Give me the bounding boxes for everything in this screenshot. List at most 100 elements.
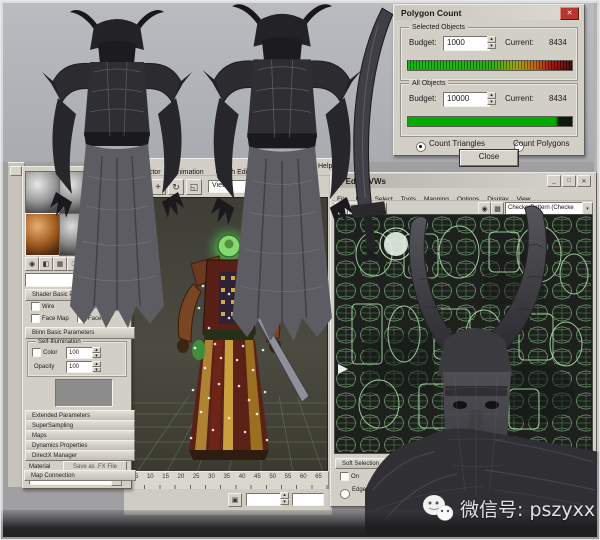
polygon-count-dialog: Polygon Count ✕ Selected Objects Budget:…	[393, 4, 585, 156]
coord-x-spinner[interactable]: ▴▾	[280, 492, 289, 505]
move-icon: +	[339, 205, 343, 212]
uv-menubar: FileEditSelectToolsMappingOptionsDisplay…	[332, 188, 593, 200]
all-budget-field[interactable]: 10000	[443, 92, 490, 107]
window-icon: ▦	[335, 177, 343, 186]
strip-button[interactable]	[10, 166, 22, 176]
menu-reactor[interactable]: reactor	[133, 167, 167, 174]
soft-selection-rollout[interactable]: Soft Selection	[335, 458, 407, 469]
wire-label: Wire	[42, 304, 54, 310]
mat-tool-button[interactable]: □	[67, 257, 81, 271]
mat-tool-button[interactable]: ▦	[53, 257, 67, 271]
uv-titlebar[interactable]: ▦ Edit UVWs _ □ ✕	[332, 174, 593, 188]
timeline-tick-labels: 51015 202530 354045 505560 65	[129, 472, 328, 480]
rotate-tool-button[interactable]: ↻	[168, 179, 184, 195]
menu-help[interactable]: Help	[318, 163, 332, 170]
uv-wireframe-layout	[334, 214, 593, 454]
coord-x-field[interactable]	[246, 493, 282, 506]
all-objects-label: All Objects	[409, 80, 448, 87]
material-sample-slots	[25, 171, 127, 255]
grid-icon: ▥	[113, 260, 120, 268]
all-objects-group: All Objects Budget: 10000 ▴▾ Current: 84…	[400, 83, 578, 137]
edge-dist-radio[interactable]	[340, 489, 350, 499]
material-name-dropdown[interactable]	[25, 273, 87, 287]
soft-selection-on-checkbox[interactable]	[340, 472, 349, 481]
material-slot[interactable]	[93, 171, 128, 214]
directx-manager-rollout[interactable]: DirectX Manager	[25, 450, 135, 461]
material-slot[interactable]	[25, 171, 60, 214]
material-slot[interactable]	[93, 213, 128, 256]
selected-budget-spinner[interactable]: ▴▾	[487, 36, 496, 49]
two-sided-checkbox[interactable]	[77, 302, 86, 311]
minimize-button[interactable]: _	[547, 175, 561, 187]
material-slot[interactable]	[59, 213, 94, 256]
move-tool-button[interactable]: +	[150, 179, 166, 195]
mat-tool-button[interactable]: ▥	[109, 257, 123, 271]
window-icon: ▦	[270, 183, 278, 192]
checker-icon: ▦	[494, 205, 501, 213]
uv-canvas[interactable]	[334, 214, 593, 454]
screenshot-root: CharacterreactorAnimationGraph EditorsRe…	[0, 0, 600, 540]
menu-animation[interactable]: Animation	[167, 167, 210, 174]
faceted-checkbox[interactable]	[77, 314, 86, 323]
half-sphere-icon: ◐	[100, 261, 104, 268]
spinner-down-icon: ▾	[92, 367, 101, 373]
chevron-down-icon: ▾	[87, 278, 90, 284]
checker-icon: ▦	[57, 260, 64, 268]
mat-tool-button[interactable]: ◉	[25, 257, 39, 271]
count-triangles-label: Count Triangles	[429, 140, 485, 148]
edit-uvws-window: ▦ Edit UVWs _ □ ✕ FileEditSelectToolsMap…	[330, 172, 597, 507]
map-connection-rollout[interactable]: Map Connection	[24, 470, 136, 481]
color-spinner[interactable]: ▴▾	[92, 347, 101, 358]
box-icon: □	[72, 261, 76, 268]
coord-y-field[interactable]	[292, 493, 324, 506]
material-name-dropdown-arrow[interactable]: ▾	[83, 273, 94, 288]
shader-basic-rollout[interactable]: Shader Basic Parameters	[25, 289, 135, 301]
menu-rendering[interactable]: Rendering	[265, 167, 309, 174]
material-slot[interactable]	[59, 171, 94, 214]
wire-checkbox[interactable]	[31, 302, 40, 311]
selected-current-value: 8434	[549, 39, 567, 47]
material-editor-panel: ◉ ◧ ▦ □ ▤ ◐ ▥ ▾ Standard Shader Basic Pa…	[22, 166, 132, 489]
face-map-checkbox[interactable]	[31, 314, 40, 323]
material-slot-active[interactable]	[25, 213, 60, 256]
scale-tool-button[interactable]: ◱	[186, 179, 202, 195]
color-checkbox[interactable]	[32, 348, 41, 357]
budget-label: Budget:	[409, 95, 437, 103]
color-value-field[interactable]: 100	[66, 347, 94, 359]
main-menubar: CharacterreactorAnimationGraph EditorsRe…	[124, 161, 332, 174]
selected-budget-field[interactable]: 1000	[443, 36, 490, 51]
close-icon: ✕	[581, 178, 586, 185]
opacity-spinner[interactable]: ▴▾	[92, 361, 101, 372]
mat-tool-button[interactable]: ◧	[39, 257, 53, 271]
perspective-viewport[interactable]	[130, 197, 328, 473]
mat-tool-button[interactable]: ◐	[95, 257, 109, 271]
material-color-swatch[interactable]	[55, 379, 113, 407]
close-dialog-button[interactable]: Close	[460, 150, 518, 166]
all-budget-spinner[interactable]: ▴▾	[487, 92, 496, 105]
minimize-icon: _	[552, 178, 555, 184]
main-3dsmax-window: CharacterreactorAnimationGraph EditorsRe…	[124, 158, 332, 515]
budget-label: Budget:	[409, 39, 437, 47]
count-triangles-radio[interactable]	[416, 142, 426, 152]
blinn-basic-rollout[interactable]: Blinn Basic Parameters	[25, 327, 135, 339]
faceted-label: Faceted	[88, 316, 110, 322]
self-illumination-group: Self-Illumination Color 100 ▴▾ Opacity 1…	[27, 341, 127, 377]
maximize-button[interactable]: □	[562, 175, 576, 187]
status-bar: ▣ ▴▾	[124, 489, 332, 509]
standard-type-button[interactable]: Standard	[95, 273, 130, 289]
dialog-close-button[interactable]: ✕	[560, 7, 579, 20]
window-tool-button[interactable]: ▦	[266, 179, 282, 195]
view-dropdown[interactable]: View	[208, 180, 251, 193]
timeline-ruler[interactable]: 51015 202530 354045 505560 65	[128, 471, 329, 490]
mat-tool-button[interactable]: ▤	[81, 257, 95, 271]
all-budget-bar	[407, 116, 573, 127]
lock-selection-button[interactable]: ▣	[228, 493, 242, 507]
uv-close-button[interactable]: ✕	[577, 175, 591, 187]
sphere-icon: ◉	[29, 260, 35, 268]
menu-graph-editors[interactable]: Graph Editors	[210, 167, 265, 174]
view-dropdown-arrow[interactable]: ▾	[248, 180, 260, 194]
dialog-titlebar[interactable]: Polygon Count ✕	[395, 6, 581, 20]
lock-icon: ▣	[232, 496, 239, 504]
select-tool-button[interactable]: ↖	[132, 179, 148, 195]
opacity-value-field[interactable]: 100	[66, 361, 94, 373]
